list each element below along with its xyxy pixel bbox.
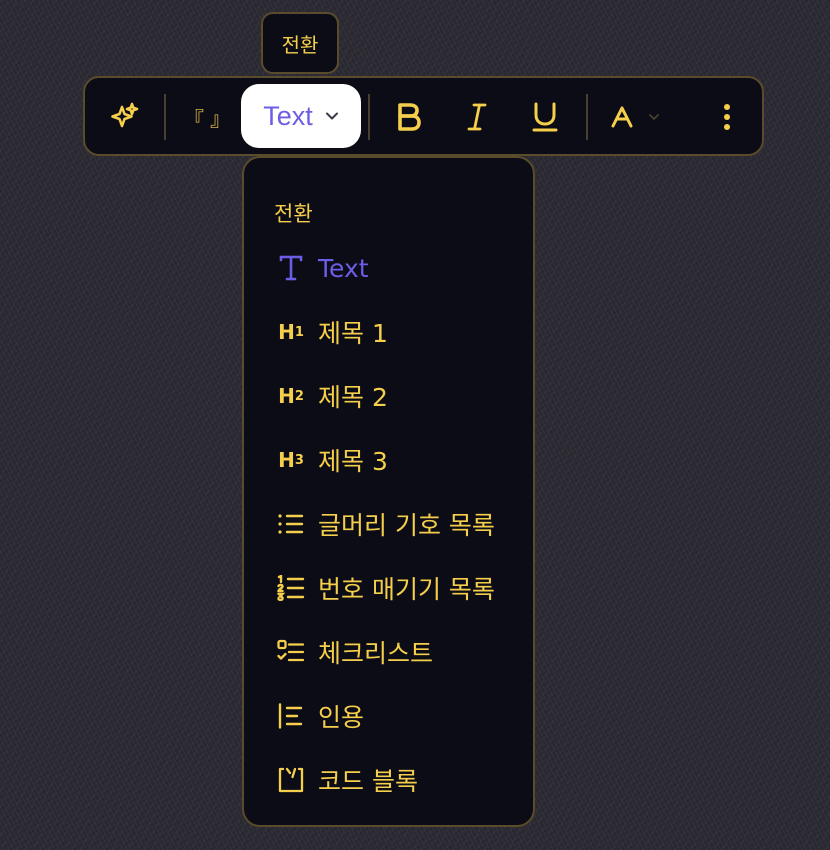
- chevron-down-icon: [649, 114, 659, 120]
- menu-item-text[interactable]: Text: [244, 240, 533, 296]
- quote-marks-icon: 『 』: [183, 106, 231, 131]
- italic-button[interactable]: [453, 88, 501, 146]
- menu-item-bullet-list[interactable]: 글머리 기호 목록: [244, 496, 533, 552]
- convert-block-label: Text: [263, 100, 313, 131]
- underline-icon: [532, 102, 558, 132]
- toolbar-divider: [586, 94, 588, 140]
- bold-button[interactable]: [385, 88, 433, 146]
- quote-block-icon: [276, 701, 306, 731]
- menu-item-numbered-list[interactable]: 번호 매기기 목록: [244, 560, 533, 616]
- tooltip: 전환: [261, 12, 339, 74]
- toolbar-divider: [164, 94, 166, 140]
- toolbar-divider: [368, 94, 370, 140]
- text-color-button[interactable]: [601, 88, 669, 146]
- checklist-icon: [276, 637, 306, 667]
- tooltip-text: 전환: [281, 32, 319, 57]
- menu-item-heading-3[interactable]: H3 제목 3: [244, 432, 533, 488]
- text-type-icon: [276, 253, 306, 283]
- menu-item-code-block[interactable]: 코드 블록: [244, 752, 533, 808]
- numbered-list-icon: [276, 573, 306, 603]
- heading-1-icon: H1: [278, 320, 304, 344]
- menu-item-label: Text: [318, 253, 369, 283]
- menu-header: 전환: [274, 202, 313, 226]
- convert-block-button[interactable]: Text: [241, 84, 361, 148]
- heading-2-icon: H2: [278, 384, 304, 408]
- heading-3-icon: H3: [278, 448, 304, 472]
- more-options-button[interactable]: [705, 88, 749, 146]
- ai-assist-button[interactable]: [101, 88, 149, 146]
- menu-item-label: 제목 3: [318, 447, 388, 476]
- bullet-list-icon: [276, 509, 306, 539]
- quote-mark-button[interactable]: 『 』: [177, 88, 237, 146]
- more-vertical-icon: [724, 104, 730, 130]
- formatting-toolbar: 『 』 Text: [83, 76, 764, 156]
- menu-item-heading-1[interactable]: H1 제목 1: [244, 304, 533, 360]
- menu-item-quote[interactable]: 인용: [244, 688, 533, 744]
- menu-item-heading-2[interactable]: H2 제목 2: [244, 368, 533, 424]
- menu-item-label: 인용: [318, 703, 365, 732]
- text-color-icon: [611, 106, 633, 128]
- sparkle-icon: [111, 102, 139, 128]
- convert-block-menu: 전환 Text H1 제목 1 H2 제목 2 H3 제목 3 글머리 기호 목…: [242, 156, 535, 827]
- menu-item-label: 코드 블록: [318, 767, 418, 796]
- menu-item-label: 번호 매기기 목록: [318, 575, 495, 604]
- menu-item-label: 제목 2: [318, 383, 388, 412]
- italic-icon: [467, 103, 487, 131]
- menu-item-label: 제목 1: [318, 319, 388, 348]
- code-block-icon: [276, 765, 306, 795]
- menu-item-label: 체크리스트: [318, 639, 434, 668]
- menu-item-label: 글머리 기호 목록: [318, 511, 495, 540]
- underline-button[interactable]: [521, 88, 569, 146]
- bold-icon: [398, 103, 421, 131]
- chevron-down-icon: [325, 112, 338, 120]
- menu-item-checklist[interactable]: 체크리스트: [244, 624, 533, 680]
